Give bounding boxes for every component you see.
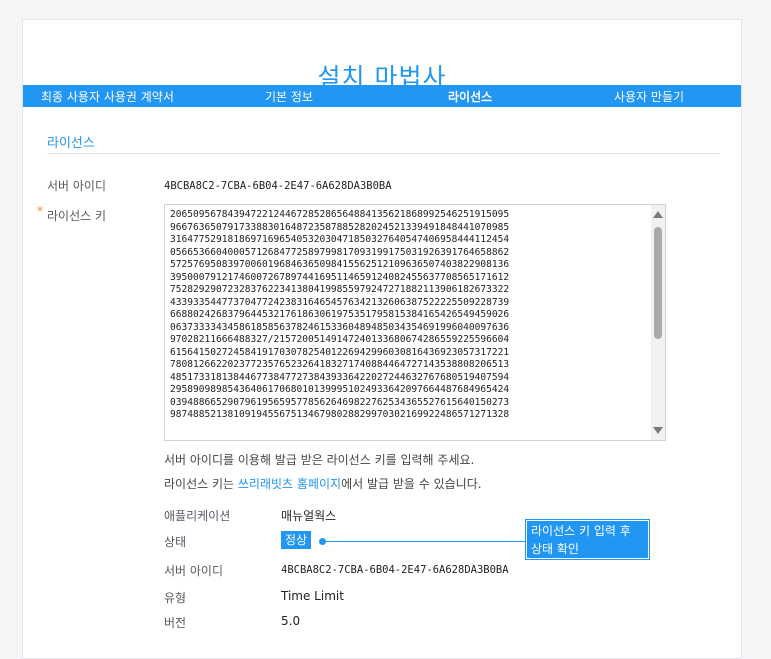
type-value: Time Limit xyxy=(281,589,344,603)
license-key-line: 97028211666488327/2157200514914724013368… xyxy=(170,334,510,345)
wizard-panel: 설치 마법사 최종 사용자 사용권 계약서 기본 정보 라이선스 사용자 만들기… xyxy=(22,19,742,659)
server-id-label: 서버 아이디 xyxy=(47,179,107,193)
license-key-line: 6688024268379644532176186306197535179581… xyxy=(170,309,510,320)
callout-note: 라이선스 키 입력 후 상태 확인 xyxy=(525,519,650,560)
step-create-user[interactable]: 사용자 만들기 xyxy=(614,88,684,105)
license-key-text[interactable]: 2065095678439472212446728528656488413562… xyxy=(170,209,650,422)
license-help-text-2: 라이선스 키는 쓰리래빗츠 홈페이지에서 발급 받을 수 있습니다. xyxy=(164,475,482,492)
scroll-up-icon[interactable] xyxy=(653,211,663,218)
callout-line-2: 상태 확인 xyxy=(531,542,579,556)
license-key-line: 0566536604000571268477258979981709319917… xyxy=(170,246,510,258)
scroll-down-icon[interactable] xyxy=(653,427,663,434)
license-key-line: 4851733181384467738477273843933642202724… xyxy=(170,371,510,383)
app-value: 매뉴얼웍스 xyxy=(281,509,337,523)
license-key-line: 0637333343458618585637824615336048948503… xyxy=(170,321,510,333)
help-prefix: 라이선스 키는 xyxy=(164,477,238,491)
license-key-line: 3164775291818697169654053203047185032764… xyxy=(170,234,510,245)
license-key-line: 3950007912174600726789744169511465912408… xyxy=(170,271,510,283)
version-label: 버전 xyxy=(164,616,187,630)
required-mark: * xyxy=(37,204,43,218)
status-label: 상태 xyxy=(164,535,187,549)
app-label: 애플리케이션 xyxy=(164,509,231,523)
license-key-line: 6156415027245841917030782540122694299603… xyxy=(170,346,510,358)
callout-connector xyxy=(326,541,526,542)
version-value: 5.0 xyxy=(281,614,301,628)
info-server-id-label: 서버 아이디 xyxy=(164,564,224,578)
callout-dot xyxy=(319,538,326,545)
callout-line-1: 라이선스 키 입력 후 xyxy=(531,524,631,538)
license-key-scrollbar[interactable] xyxy=(651,205,665,440)
info-server-id-value: 4BCBA8C2-7CBA-6B04-2E47-6A628DA3B0BA xyxy=(281,564,509,576)
license-key-line: 9667636507917338830164872358788528202452… xyxy=(170,221,510,233)
homepage-link[interactable]: 쓰리래빗츠 홈페이지 xyxy=(238,477,341,491)
license-key-textarea[interactable]: 2065095678439472212446728528656488413562… xyxy=(164,204,666,441)
license-key-line: 2065095678439472212446728528656488413562… xyxy=(170,209,510,220)
license-key-line: 4339335447737047724238316465457634213260… xyxy=(170,296,510,308)
step-eula[interactable]: 최종 사용자 사용권 계약서 xyxy=(41,88,174,105)
license-help-text-1: 서버 아이디를 이용해 발급 받은 라이선스 키를 입력해 주세요. xyxy=(164,453,475,467)
license-key-line: 2958909898543640617068010139995102493364… xyxy=(170,384,510,395)
help-suffix: 에서 발급 받을 수 있습니다. xyxy=(341,477,482,491)
section-divider xyxy=(47,153,720,154)
type-label: 유형 xyxy=(164,591,187,605)
license-key-line: 0394886652907961956595778562646982276253… xyxy=(170,396,510,408)
license-key-line: 7528292907232837622341380419985597924727… xyxy=(170,284,510,295)
status-badge: 정상 xyxy=(281,531,312,549)
license-key-line: 5725769508397006019684636509841556251210… xyxy=(170,259,510,270)
license-key-line: 9874885213810919455675134679802882997030… xyxy=(170,409,510,420)
step-basic-info[interactable]: 기본 정보 xyxy=(265,88,313,105)
step-license[interactable]: 라이선스 xyxy=(448,88,492,105)
scroll-thumb[interactable] xyxy=(654,227,662,339)
wizard-step-bar: 최종 사용자 사용권 계약서 기본 정보 라이선스 사용자 만들기 xyxy=(23,85,741,107)
license-key-line: 7808126622023772357652326418327174088446… xyxy=(170,359,510,370)
section-title: 라이선스 xyxy=(47,136,95,151)
server-id-value: 4BCBA8C2-7CBA-6B04-2E47-6A628DA3B0BA xyxy=(164,180,392,192)
license-key-label: 라이선스 키 xyxy=(47,209,107,223)
